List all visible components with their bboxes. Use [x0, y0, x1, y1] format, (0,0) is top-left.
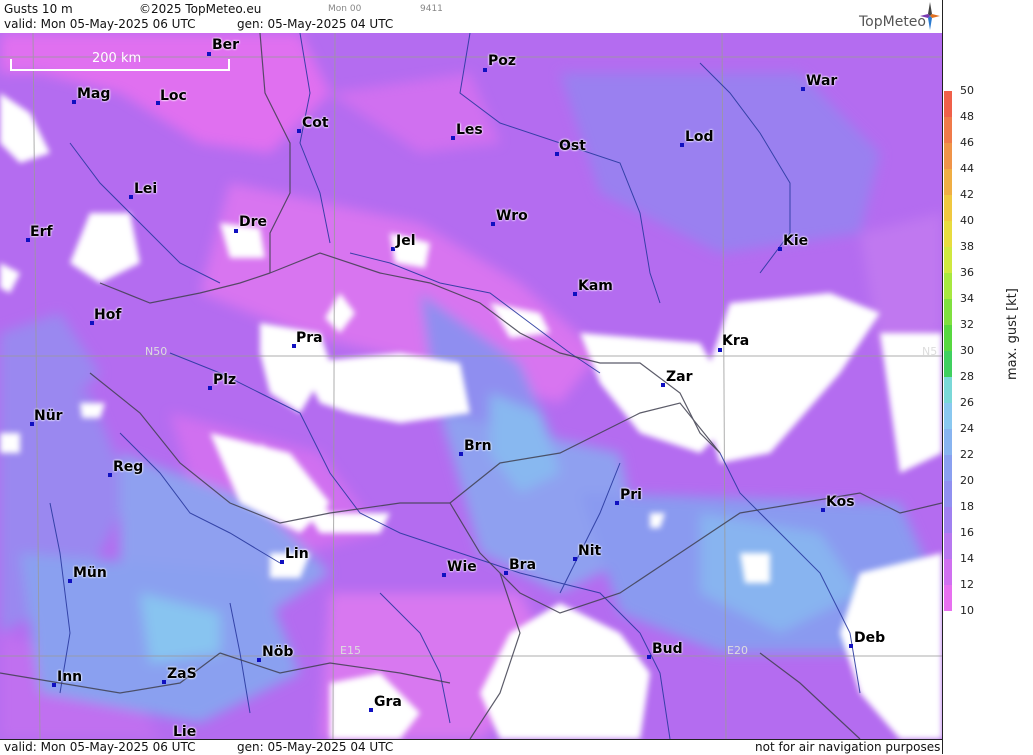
compass-logo-icon [920, 2, 940, 30]
colorbar-tick-label: 14 [960, 552, 974, 565]
colorbar-segment [944, 247, 952, 273]
colorbar-segment [944, 117, 952, 143]
colorbar-segment [944, 403, 952, 429]
run-label: Mon 00 [328, 4, 362, 14]
colorbar-tick-label: 40 [960, 214, 974, 227]
colorbar-tick-label: 10 [960, 604, 974, 617]
lon-label-e20: E20 [727, 644, 748, 657]
colorbar-tick-label: 20 [960, 474, 974, 487]
colorbar-segment [944, 325, 952, 351]
colorbar-segment [944, 143, 952, 169]
colorbar-segment [944, 195, 952, 221]
colorbar-tick-label: 32 [960, 318, 974, 331]
colorbar-tick-label: 18 [960, 500, 974, 513]
footer-valid-time: valid: Mon 05-May-2025 06 UTC [4, 740, 196, 754]
copyright-text: ©2025 TopMeteo.eu [139, 2, 262, 16]
footer-notice: not for air navigation purposes [755, 740, 941, 754]
colorbar-segment [944, 273, 952, 299]
colorbar-segment [944, 481, 952, 507]
colorbar-segment [944, 377, 952, 403]
scale-bar-label: 200 km [92, 51, 142, 66]
colorbar-tick-label: 34 [960, 292, 974, 305]
footer-generated-time: gen: 05-May-2025 04 UTC [237, 740, 394, 754]
colorbar-tick-label: 28 [960, 370, 974, 383]
colorbar-tick-label: 30 [960, 344, 974, 357]
colorbar-segment [944, 169, 952, 195]
colorbar-tick-label: 38 [960, 240, 974, 253]
colorbar-segment [944, 299, 952, 325]
colorbar-tick-label: 12 [960, 578, 974, 591]
valid-time: valid: Mon 05-May-2025 06 UTC [4, 17, 196, 31]
colorbar-tick-label: 42 [960, 188, 974, 201]
colorbar-tick-label: 50 [960, 84, 974, 97]
footer-bar: valid: Mon 05-May-2025 06 UTC gen: 05-Ma… [0, 739, 942, 755]
colorbar-segment [944, 585, 952, 611]
brand-name: TopMeteo [859, 14, 926, 30]
colorbar-segment [944, 351, 952, 377]
gust-map: 200 km N50 N5 E15 E20 Ber Poz War Mag Lo… [0, 33, 942, 739]
colorbar-tick-label: 46 [960, 136, 974, 149]
colorbar-tick-label: 48 [960, 110, 974, 123]
lat-label-n50-right: N5 [922, 345, 938, 358]
colorbar-tick-label: 26 [960, 396, 974, 409]
colorbar-segment [944, 221, 952, 247]
colorbar-segment [944, 455, 952, 481]
lon-label-e15: E15 [340, 644, 361, 657]
colorbar-segment [944, 507, 952, 533]
colorbar-segment [944, 429, 952, 455]
colorbar-tick-label: 16 [960, 526, 974, 539]
colorbar-tick-label: 22 [960, 448, 974, 461]
colorbar-segment [944, 91, 952, 117]
code-label: 9411 [420, 4, 443, 14]
generated-time: gen: 05-May-2025 04 UTC [237, 17, 394, 31]
colorbar-tick-label: 44 [960, 162, 974, 175]
lat-label-n50: N50 [145, 345, 168, 358]
product-title: Gusts 10 m [4, 2, 73, 16]
header-bar: Gusts 10 m ©2025 TopMeteo.eu Mon 00 9411… [0, 0, 942, 34]
colorbar-tick-label: 24 [960, 422, 974, 435]
colorbar-title: max. gust [kt] [1005, 288, 1020, 380]
colorbar-segment [944, 559, 952, 585]
colorbar-tick-label: 36 [960, 266, 974, 279]
map-canvas [0, 33, 942, 739]
colorbar-segment [944, 533, 952, 559]
